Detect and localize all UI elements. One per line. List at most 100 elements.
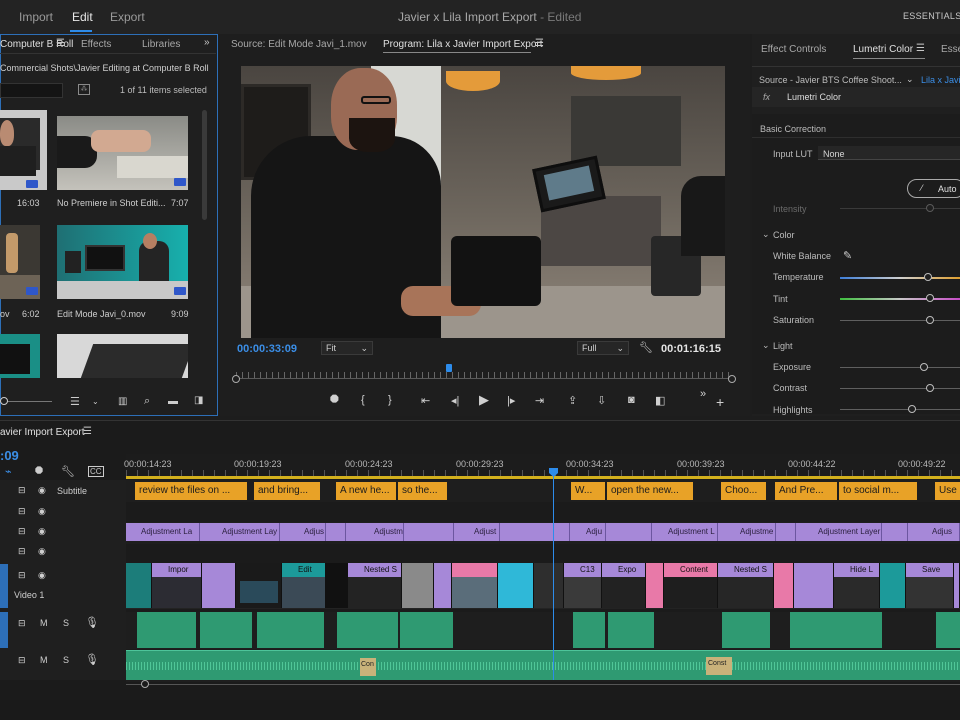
video-clip[interactable] bbox=[236, 563, 282, 608]
adjustment-clip[interactable] bbox=[404, 523, 454, 541]
adjustment-clip[interactable]: Adjustme bbox=[718, 523, 776, 541]
panel-menu-icon[interactable]: ☰ bbox=[83, 426, 92, 437]
eye-icon[interactable]: ◉ bbox=[38, 526, 46, 537]
audio-clip[interactable] bbox=[137, 612, 196, 648]
add-button-icon[interactable]: + bbox=[716, 394, 724, 410]
source-clip-label[interactable]: Source - Javier BTS Coffee Shoot... bbox=[759, 75, 902, 85]
sequence-clip-label[interactable]: Lila x Javi bbox=[921, 75, 960, 85]
video-clip[interactable]: Content bbox=[664, 563, 718, 608]
clip-thumbnail[interactable] bbox=[57, 225, 188, 299]
audio-clip[interactable] bbox=[936, 612, 960, 648]
basic-correction-heading[interactable]: Basic Correction bbox=[760, 124, 826, 134]
caption-clip[interactable]: Use bbox=[935, 482, 960, 500]
adjustment-clip[interactable]: Adjustment Lay bbox=[200, 523, 280, 541]
microphone-icon[interactable]: 🎙︎ bbox=[85, 616, 99, 629]
video-clip[interactable]: Nested S bbox=[348, 563, 402, 608]
toggle-sync-icon[interactable]: ⊟ bbox=[18, 655, 26, 666]
intensity-slider[interactable] bbox=[840, 208, 960, 209]
clip-thumbnail[interactable] bbox=[0, 334, 40, 378]
tab-source[interactable]: Source: Edit Mode Javi_1.mov bbox=[231, 39, 367, 50]
toggle-sync-icon[interactable]: ⊟ bbox=[18, 546, 26, 557]
exposure-slider-handle[interactable] bbox=[920, 363, 928, 371]
transition-clip[interactable]: Con bbox=[360, 658, 376, 676]
panel-menu-icon[interactable]: ☰ bbox=[535, 38, 544, 49]
adjustment-clip[interactable] bbox=[326, 523, 346, 541]
current-timecode[interactable]: 00:00:33:09 bbox=[237, 343, 297, 355]
video-clip[interactable] bbox=[534, 563, 564, 608]
panel-menu-icon[interactable]: ☰ bbox=[916, 43, 925, 54]
work-area-bar[interactable] bbox=[126, 476, 960, 479]
tint-slider[interactable] bbox=[840, 298, 960, 300]
tab-effect-controls[interactable]: Effect Controls bbox=[761, 44, 826, 55]
extract-icon[interactable]: ⇩ bbox=[597, 394, 606, 407]
saturation-slider[interactable] bbox=[840, 320, 960, 321]
highlights-slider-handle[interactable] bbox=[908, 405, 916, 413]
audio-clip[interactable] bbox=[790, 612, 882, 648]
step-forward-icon[interactable]: |▸ bbox=[507, 394, 515, 407]
adjustment-clip[interactable] bbox=[606, 523, 652, 541]
comparison-view-icon[interactable]: ◧ bbox=[655, 394, 665, 407]
highlights-slider[interactable] bbox=[840, 409, 960, 410]
add-marker-icon[interactable]: ⯃ bbox=[35, 466, 43, 477]
monitor-playhead[interactable] bbox=[446, 364, 453, 372]
clip-thumbnail[interactable] bbox=[57, 334, 188, 378]
audio-clip[interactable] bbox=[200, 612, 252, 648]
video-clip[interactable] bbox=[402, 563, 434, 608]
audio-clip[interactable] bbox=[573, 612, 605, 648]
tab-essential[interactable]: Esse bbox=[941, 44, 960, 55]
adjustment-clip[interactable] bbox=[500, 523, 570, 541]
timeline-scrollbar[interactable] bbox=[126, 684, 960, 685]
video-clip[interactable] bbox=[880, 563, 906, 608]
caption-clip[interactable]: And Pre... bbox=[775, 482, 837, 500]
chevron-down-icon[interactable]: ⌄ bbox=[762, 229, 770, 240]
scrollbar[interactable] bbox=[202, 110, 207, 220]
audio-clip[interactable] bbox=[722, 612, 770, 648]
temperature-slider[interactable] bbox=[840, 277, 960, 279]
step-back-icon[interactable]: ◂| bbox=[451, 394, 459, 407]
caption-clip[interactable]: Choo... bbox=[721, 482, 766, 500]
monitor-timeline-scrubber[interactable] bbox=[232, 372, 736, 383]
timeline-scrollbar-handle[interactable] bbox=[141, 680, 149, 688]
video-clip[interactable]: Save bbox=[906, 563, 954, 608]
chevron-down-icon[interactable]: ⌄ bbox=[906, 74, 914, 85]
toggle-sync-icon[interactable]: ⊟ bbox=[18, 526, 26, 537]
adjustment-clip[interactable]: Adjustment La bbox=[126, 523, 200, 541]
sort-icon[interactable]: ☰ bbox=[70, 395, 80, 408]
a1-target[interactable] bbox=[0, 612, 8, 648]
panel-menu-icon[interactable]: ☰ bbox=[56, 38, 65, 49]
clip-thumbnail[interactable] bbox=[0, 110, 47, 190]
adjustment-clip[interactable] bbox=[776, 523, 796, 541]
adjustment-clip[interactable] bbox=[882, 523, 908, 541]
nav-edit[interactable]: Edit bbox=[72, 10, 93, 24]
adjustment-clip[interactable]: Adjus bbox=[280, 523, 326, 541]
v1-target[interactable] bbox=[0, 564, 8, 608]
exposure-slider[interactable] bbox=[840, 367, 960, 368]
video-clip[interactable]: Nested S bbox=[718, 563, 774, 608]
search-icon[interactable]: ⌕ bbox=[144, 395, 150, 408]
microphone-icon[interactable]: 🎙︎ bbox=[85, 653, 99, 666]
workspace-label[interactable]: ESSENTIALS bbox=[903, 11, 960, 21]
tab-libraries[interactable]: Libraries bbox=[142, 39, 180, 50]
wrench-icon[interactable]: 🔧︎ bbox=[61, 465, 75, 478]
fx-icon[interactable]: fx bbox=[763, 92, 770, 102]
caption-clip[interactable]: A new he... bbox=[336, 482, 396, 500]
go-to-in-icon[interactable]: ⇤ bbox=[421, 394, 430, 407]
video-clip[interactable]: C13 bbox=[564, 563, 602, 608]
sequence-tab[interactable]: avier Import Export bbox=[0, 427, 84, 438]
color-section-heading[interactable]: Color bbox=[773, 230, 795, 240]
eye-icon[interactable]: ◉ bbox=[38, 485, 46, 496]
adjustment-clip[interactable]: Adjustment Layer bbox=[796, 523, 882, 541]
timeline-timecode[interactable]: :09 bbox=[0, 448, 19, 463]
audio-clip[interactable] bbox=[337, 612, 398, 648]
toggle-sync-icon[interactable]: ⊟ bbox=[18, 506, 26, 517]
adjustment-clip[interactable]: Adjus bbox=[908, 523, 960, 541]
adjustment-clip[interactable]: Adjust bbox=[454, 523, 500, 541]
tab-program[interactable]: Program: Lila x Javier Import Export bbox=[383, 39, 543, 50]
add-marker-icon[interactable]: ⯃ bbox=[330, 394, 339, 407]
lift-icon[interactable]: ⇪ bbox=[568, 394, 577, 407]
video-clip[interactable]: Impor bbox=[152, 563, 202, 608]
automate-icon[interactable]: ▥ bbox=[118, 396, 127, 407]
toggle-sync-icon[interactable]: ⊟ bbox=[18, 570, 26, 581]
tint-slider-handle[interactable] bbox=[926, 294, 934, 302]
snap-icon[interactable]: ⌁ bbox=[5, 465, 12, 478]
